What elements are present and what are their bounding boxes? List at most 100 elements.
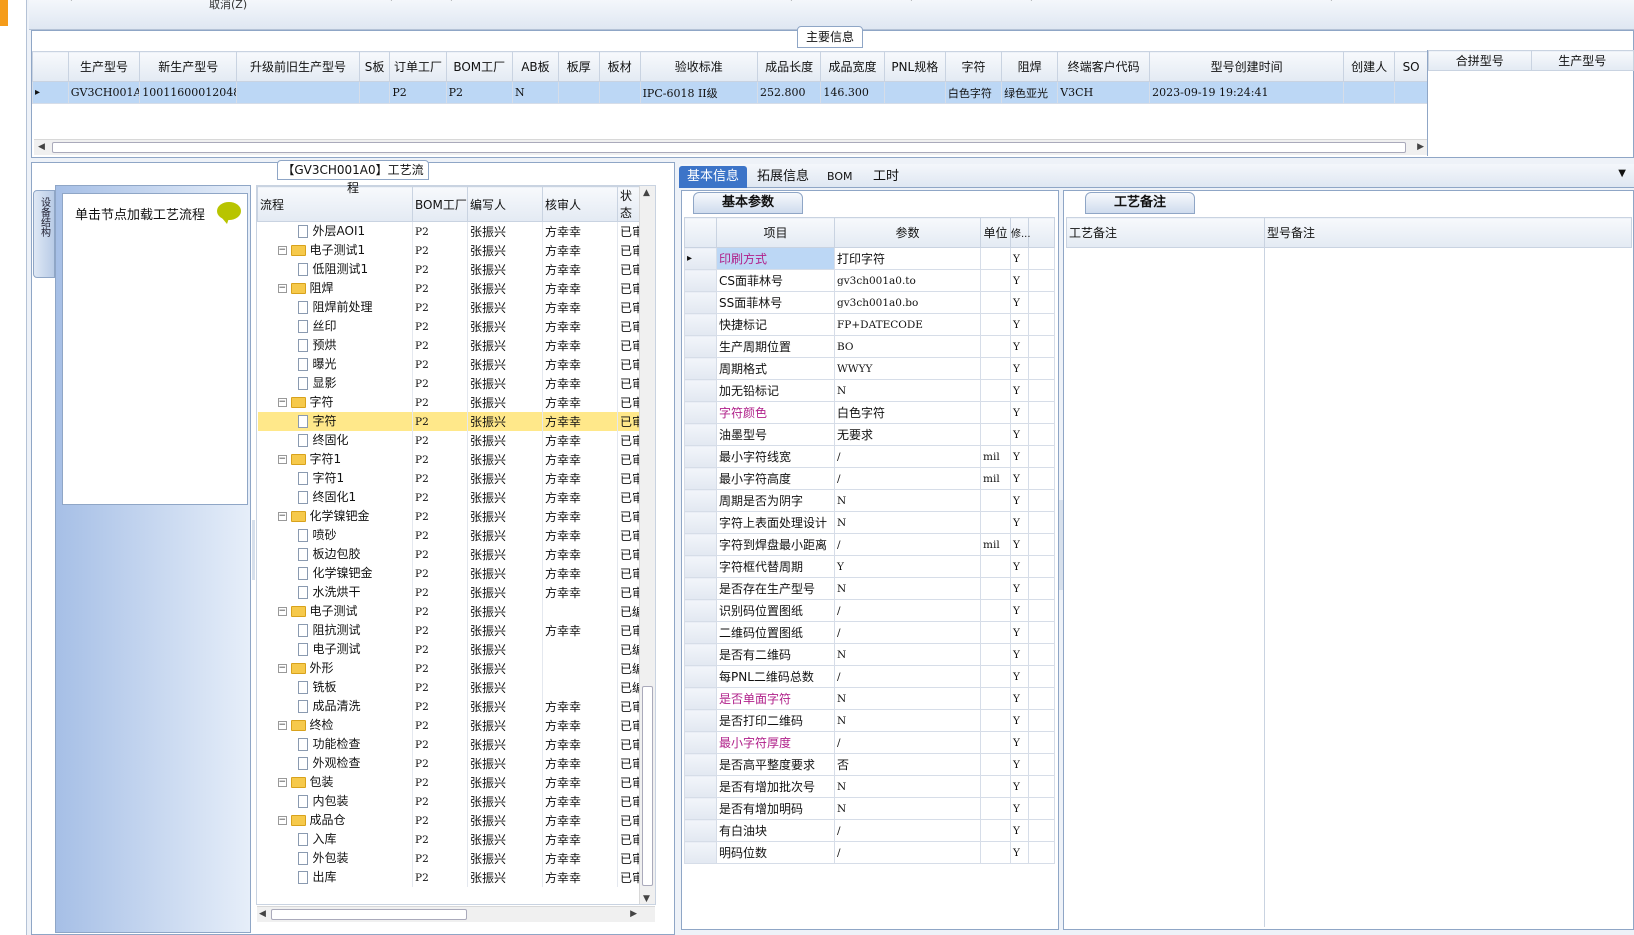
param-value[interactable]: N [834, 489, 981, 512]
param-row[interactable]: 是否打印二维码 N Y [684, 709, 1055, 732]
row-header[interactable] [684, 731, 717, 754]
param-flag[interactable]: Y [1010, 665, 1029, 688]
tree-node-label[interactable]: 外形 [310, 661, 334, 675]
tree-row[interactable]: − 外形 P2张振兴 已编写 [257, 659, 642, 678]
tree-node-label[interactable]: 功能检查 [313, 737, 361, 751]
tree-row[interactable]: 入库 P2张振兴方幸幸已审核 [257, 830, 642, 849]
param-row[interactable]: 油墨型号 无要求 Y [684, 423, 1055, 446]
row-header[interactable] [684, 687, 717, 710]
main-info-cell[interactable] [358, 81, 391, 104]
collapse-icon[interactable]: − [277, 398, 287, 407]
side-tab-structure[interactable]: 设备结构 [33, 190, 55, 278]
process-flow-tab[interactable]: 【GV3CH001A0】工艺流程 [277, 160, 429, 195]
tree-header[interactable]: BOM工厂 [412, 186, 468, 222]
row-header[interactable] [684, 379, 717, 402]
tree-node-label[interactable]: 化学镍钯金 [313, 566, 373, 580]
tree-header[interactable]: 编写人 [467, 186, 543, 222]
main-info-header[interactable]: 成品宽度 [820, 51, 885, 82]
tree-node-label[interactable]: 终固化1 [313, 490, 357, 504]
param-value[interactable]: N [834, 643, 981, 666]
row-header[interactable] [684, 489, 717, 512]
param-row[interactable]: 字符框代替周期 Y Y [684, 555, 1055, 578]
tree-row[interactable]: 字符1 P2张振兴方幸幸已审核 [257, 469, 642, 488]
param-value[interactable]: BO [834, 335, 981, 358]
param-value[interactable]: / [834, 445, 981, 468]
collapse-icon[interactable]: − [277, 607, 287, 616]
row-header[interactable] [684, 753, 717, 776]
main-info-header[interactable]: 新生产型号 [139, 51, 238, 82]
param-row[interactable]: 最小字符厚度 / Y [684, 731, 1055, 754]
param-row[interactable]: 周期是否为阴字 N Y [684, 489, 1055, 512]
main-info-header[interactable]: 订单工厂 [389, 51, 447, 82]
main-info-header[interactable]: 板材 [598, 51, 641, 82]
dropdown-caret-icon[interactable]: ▾ [389, 0, 394, 4]
tree-node-label[interactable]: 入库 [313, 832, 337, 846]
splitter-handle[interactable] [252, 520, 255, 580]
tree-node-label[interactable]: 阻抗测试 [313, 623, 361, 637]
tree-row[interactable]: 低阻测试1 P2张振兴方幸幸已审核 [257, 260, 642, 279]
collapse-icon[interactable]: − [277, 721, 287, 730]
tree-row[interactable]: 水洗烘干 P2张振兴方幸幸已审核 [257, 583, 642, 602]
param-flag[interactable]: Y [1010, 335, 1029, 358]
param-row[interactable]: 快捷标记 FP+DATECODE Y [684, 313, 1055, 336]
tree-row[interactable]: 板边包胶 P2张振兴方幸幸已审核 [257, 545, 642, 564]
tree-row[interactable]: − 包装 P2张振兴方幸幸已审核 [257, 773, 642, 792]
main-info-header[interactable]: 升级前旧生产型号 [236, 51, 360, 82]
dropdown-caret-icon[interactable]: ▾ [69, 0, 74, 4]
param-value[interactable]: 打印字符 [834, 247, 981, 270]
tree-node-label[interactable]: 终检 [310, 718, 334, 732]
param-value[interactable]: 白色字符 [834, 401, 981, 424]
param-flag[interactable]: Y [1010, 401, 1029, 424]
param-flag[interactable]: Y [1010, 533, 1029, 556]
row-header[interactable] [684, 841, 717, 864]
param-flag[interactable]: Y [1010, 775, 1029, 798]
param-row[interactable]: 周期格式 WWYY Y [684, 357, 1055, 380]
param-flag[interactable]: Y [1010, 445, 1029, 468]
main-info-header[interactable]: 创建人 [1343, 51, 1396, 82]
param-row[interactable]: ▸ 印刷方式 打印字符 Y [684, 247, 1055, 270]
tree-node-label[interactable]: 外包装 [313, 851, 349, 865]
param-flag[interactable]: Y [1010, 687, 1029, 710]
param-flag[interactable]: Y [1010, 643, 1029, 666]
param-row[interactable]: 每PNL二维码总数 / Y [684, 665, 1055, 688]
tree-row[interactable]: − 阻焊 P2张振兴方幸幸已审核 [257, 279, 642, 298]
tree-row[interactable]: 功能检查 P2张振兴方幸幸已审核 [257, 735, 642, 754]
main-info-cell[interactable]: 146.300 [820, 81, 885, 104]
collapse-icon[interactable]: − [277, 284, 287, 293]
param-value[interactable]: 否 [834, 753, 981, 776]
main-info-cell[interactable]: GV3CH001A0 [67, 81, 141, 104]
row-header[interactable] [684, 357, 717, 380]
tab-basic-info[interactable]: 基本信息 [679, 166, 748, 188]
param-value[interactable]: / [834, 621, 981, 644]
tree-row[interactable]: 成品清洗 P2张振兴方幸幸已审核 [257, 697, 642, 716]
row-header[interactable] [684, 511, 717, 534]
load-flow-box[interactable]: 单击节点加载工艺流程 [62, 193, 248, 505]
tab-bom[interactable]: BOM [819, 166, 861, 188]
param-row[interactable]: 是否单面字符 N Y [684, 687, 1055, 710]
param-value[interactable]: N [834, 797, 981, 820]
tree-header[interactable]: 状态 [617, 186, 642, 222]
tree-node-label[interactable]: 电子测试1 [310, 243, 366, 257]
tree-node-label[interactable]: 化学镍钯金 [310, 509, 370, 523]
tree-row[interactable]: − 字符 P2张振兴方幸幸已审核 [257, 393, 642, 412]
main-info-cell[interactable] [1394, 81, 1428, 104]
tree-node-label[interactable]: 板边包胶 [313, 547, 361, 561]
tree-hscroll[interactable]: ◀ ▶ [257, 906, 655, 922]
collapse-icon[interactable]: − [277, 778, 287, 787]
main-info-cell[interactable]: 2023-09-19 19:24:41 [1149, 81, 1345, 104]
param-flag[interactable]: Y [1010, 841, 1029, 864]
tab-extended-info[interactable]: 拓展信息 [749, 166, 817, 188]
tree-row[interactable]: 丝印 P2张振兴方幸幸已审核 [257, 317, 642, 336]
tree-row[interactable]: − 电子测试1 P2张振兴方幸幸已审核 [257, 241, 642, 260]
collapse-icon[interactable]: − [277, 664, 287, 673]
tree-row[interactable]: 内包装 P2张振兴方幸幸已审核 [257, 792, 642, 811]
param-flag[interactable]: Y [1010, 577, 1029, 600]
chevron-down-icon[interactable]: ▼ [1618, 168, 1626, 179]
main-info-header[interactable]: PNL规格 [883, 51, 946, 82]
tree-node-label[interactable]: 包装 [310, 775, 334, 789]
row-header[interactable] [684, 533, 717, 556]
param-row[interactable]: 有白油块 / Y [684, 819, 1055, 842]
tree-row[interactable]: 预烘 P2张振兴方幸幸已审核 [257, 336, 642, 355]
dropdown-caret-icon[interactable]: ▾ [1329, 0, 1334, 4]
merge-header[interactable]: 生产型号 [1530, 50, 1634, 71]
